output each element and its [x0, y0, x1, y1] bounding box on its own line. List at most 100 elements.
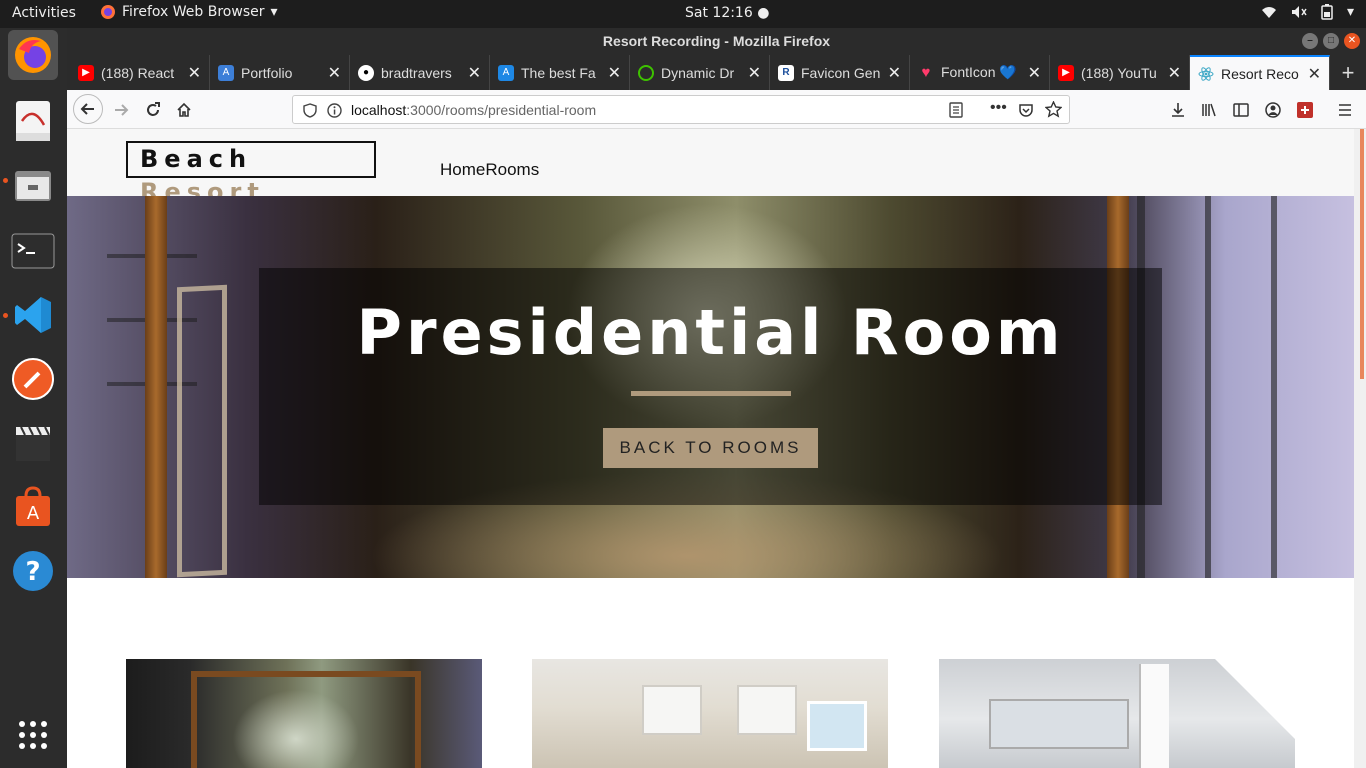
reload-button[interactable] [139, 96, 167, 124]
dock-video-editor[interactable] [8, 418, 58, 468]
download-icon [1172, 103, 1184, 117]
navigation-toolbar: localhost:3000/rooms/presidential-room •… [67, 90, 1366, 129]
terminal-icon [11, 233, 55, 269]
dock-app-store[interactable]: A [8, 482, 58, 532]
hero-mirror-frame [177, 284, 227, 578]
file-manager-icon [15, 171, 51, 201]
firefox-icon [15, 37, 51, 73]
dock-postman[interactable] [8, 354, 58, 404]
shield-icon[interactable] [303, 103, 317, 118]
youtube-icon: ▶ [1058, 64, 1074, 81]
home-button[interactable] [170, 96, 198, 124]
dock-document-viewer[interactable] [8, 96, 58, 146]
dock-files[interactable] [8, 160, 58, 210]
activities-button[interactable]: Activities [12, 5, 76, 21]
app-store-icon: A [16, 486, 50, 526]
arrow-right-icon [115, 104, 129, 116]
room-hero: Presidential Room BACK TO ROOMS [67, 196, 1354, 578]
tab-item[interactable]: ♥ FontIcon 💙 ✕ [910, 55, 1050, 90]
show-apps-icon [19, 721, 47, 749]
close-tab-icon[interactable]: ✕ [1168, 63, 1181, 83]
window-titlebar[interactable]: Resort Recording - Mozilla Firefox – □ ✕ [67, 28, 1366, 55]
room-image [532, 659, 888, 768]
maximize-button[interactable]: □ [1323, 33, 1339, 49]
info-icon[interactable] [327, 103, 342, 118]
system-top-bar: Activities Firefox Web Browser ▾ Sat 12:… [0, 0, 1366, 28]
wifi-icon [1261, 7, 1276, 18]
hamburger-icon [1339, 104, 1351, 116]
forward-button[interactable] [107, 96, 135, 124]
close-tab-icon[interactable]: ✕ [608, 63, 621, 83]
site-navbar: Beach Resort Home Rooms [67, 129, 1354, 206]
site-logo[interactable]: Beach Resort [126, 141, 376, 206]
pocket-icon[interactable] [1018, 102, 1034, 118]
video-editor-icon [16, 426, 50, 461]
postman-icon [12, 358, 54, 400]
back-to-rooms-button[interactable]: BACK TO ROOMS [602, 428, 819, 468]
close-tab-icon[interactable]: ✕ [888, 63, 901, 83]
library-button[interactable] [1195, 96, 1223, 124]
extension-button[interactable] [1291, 96, 1319, 124]
url-text[interactable]: localhost:3000/rooms/presidential-room [351, 102, 596, 118]
github-icon: ● [358, 64, 374, 81]
dock-terminal[interactable] [8, 226, 58, 276]
room-image [126, 659, 482, 768]
downloads-button[interactable] [1164, 96, 1192, 124]
sidebar-button[interactable] [1227, 96, 1255, 124]
nav-link-rooms[interactable]: Rooms [485, 160, 539, 180]
menu-button[interactable] [1331, 96, 1359, 124]
url-bar[interactable]: localhost:3000/rooms/presidential-room •… [292, 95, 1070, 124]
close-tab-icon[interactable]: ✕ [1028, 63, 1041, 83]
page-scrollbar[interactable] [1354, 129, 1366, 768]
close-tab-icon[interactable]: ✕ [468, 63, 481, 83]
clock[interactable]: Sat 12:16 ● [685, 5, 769, 21]
close-window-button[interactable]: ✕ [1344, 33, 1360, 49]
tab-item[interactable]: ▶ (188) YouTu ✕ [1050, 55, 1190, 90]
firefox-window: Resort Recording - Mozilla Firefox – □ ✕… [67, 28, 1366, 768]
app-name: Firefox Web Browser [122, 4, 265, 20]
svg-text:?: ? [25, 557, 40, 587]
close-tab-icon[interactable]: ✕ [748, 63, 761, 83]
portfolio-icon: A [218, 64, 234, 81]
tab-item[interactable]: A The best Fa ✕ [490, 55, 630, 90]
hero-post-left [145, 196, 167, 578]
favicon-a-icon: A [498, 64, 514, 81]
new-tab-button[interactable]: + [1330, 55, 1366, 90]
system-tray[interactable]: ▾ [1261, 4, 1354, 20]
reader-view-icon[interactable] [949, 102, 963, 118]
tab-item-active[interactable]: Resort Reco ✕ [1190, 55, 1330, 90]
dock-firefox[interactable] [8, 30, 58, 80]
close-tab-icon[interactable]: ✕ [1308, 64, 1321, 84]
react-icon [1198, 66, 1214, 81]
tab-item[interactable]: ● bradtravers ✕ [350, 55, 490, 90]
account-button[interactable] [1259, 96, 1287, 124]
dock-vscode[interactable] [8, 290, 58, 340]
chevron-down-icon: ▾ [270, 4, 278, 20]
evince-icon [16, 101, 50, 141]
close-tab-icon[interactable]: ✕ [328, 63, 341, 83]
scrollbar-thumb[interactable] [1360, 129, 1364, 379]
arrow-left-icon [80, 103, 94, 115]
dock-show-apps[interactable] [8, 710, 58, 760]
favicon-r-icon: R [778, 64, 794, 81]
dynamic-drive-icon [638, 64, 654, 81]
close-tab-icon[interactable]: ✕ [188, 63, 201, 83]
tab-item[interactable]: R Favicon Gen ✕ [770, 55, 910, 90]
minimize-button[interactable]: – [1302, 33, 1318, 49]
svg-text:A: A [27, 503, 40, 524]
page-viewport: Beach Resort Home Rooms Presidential Room… [67, 129, 1354, 768]
page-actions-icon[interactable]: ••• [990, 99, 1007, 117]
tab-item[interactable]: A Portfolio ✕ [210, 55, 350, 90]
app-menu[interactable]: Firefox Web Browser ▾ [100, 4, 278, 20]
home-icon [177, 102, 191, 117]
ubuntu-dock: A ? [0, 28, 67, 768]
back-button[interactable] [73, 94, 103, 124]
dock-help[interactable]: ? [8, 546, 58, 596]
chevron-down-icon: ▾ [1346, 4, 1354, 20]
extension-icon [1297, 102, 1313, 118]
heart-icon: ♥ [921, 64, 931, 81]
nav-link-home[interactable]: Home [440, 160, 485, 180]
tab-item[interactable]: Dynamic Dr ✕ [630, 55, 770, 90]
tab-item[interactable]: ▶ (188) React ✕ [70, 55, 210, 90]
bookmark-star-icon[interactable] [1045, 101, 1062, 118]
